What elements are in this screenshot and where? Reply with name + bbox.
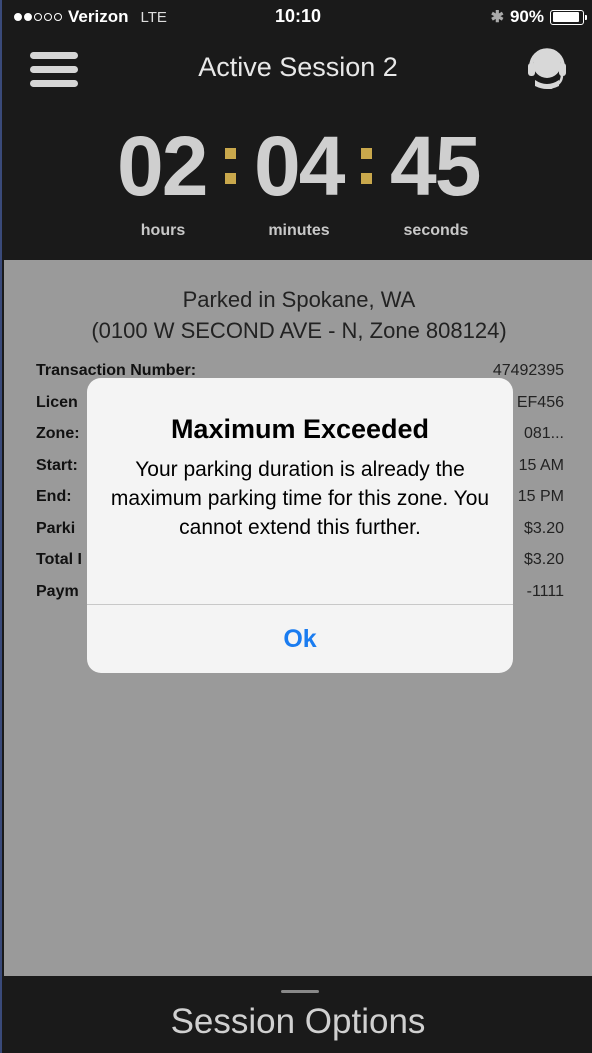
detail-value: $3.20 xyxy=(523,519,564,537)
detail-value: 15 AM xyxy=(518,456,564,474)
app-screen: Verizon LTE 10:10 ✱ 90% Active Session 2 xyxy=(0,0,592,1053)
location-city: Parked in Spokane, WA xyxy=(182,287,416,312)
timer-colon xyxy=(361,148,373,198)
timer-minutes-label: minutes xyxy=(268,222,330,239)
detail-label: End: xyxy=(36,488,72,505)
detail-label: Start: xyxy=(36,456,78,474)
parking-location: Parked in Spokane, WA (0100 W SECOND AVE… xyxy=(4,284,592,346)
timer-seconds-label: seconds xyxy=(403,222,469,239)
location-address: (0100 W SECOND AVE - N, Zone 808124) xyxy=(91,318,507,343)
session-options-label: Session Options xyxy=(170,1002,426,1041)
session-header: Active Session 2 02 04 45 hours minutes … xyxy=(2,36,592,260)
detail-value: 15 PM xyxy=(517,488,564,505)
detail-label: Paym xyxy=(36,582,79,600)
session-timer: 02 04 45 hours minutes seconds xyxy=(2,118,592,239)
alert-dialog: Maximum Exceeded Your parking duration i… xyxy=(87,378,513,673)
status-bar: Verizon LTE 10:10 ✱ 90% xyxy=(2,0,592,36)
timer-minutes: 04 xyxy=(254,119,345,213)
detail-label: Total I xyxy=(36,551,82,568)
detail-value: 47492395 xyxy=(492,362,564,379)
timer-hours-label: hours xyxy=(140,222,186,239)
detail-label: Licen xyxy=(36,393,78,411)
detail-label: Zone: xyxy=(36,425,80,442)
detail-label: Parki xyxy=(36,519,76,537)
bluetooth-icon: ✱ xyxy=(490,9,504,26)
alert-title: Maximum Exceeded xyxy=(170,414,430,444)
timer-hours: 02 xyxy=(117,119,208,213)
battery-icon xyxy=(550,9,587,25)
status-right: ✱ 90% xyxy=(490,7,587,27)
detail-value: $3.20 xyxy=(523,551,564,568)
session-options-bar[interactable]: Session Options xyxy=(2,976,592,1053)
detail-value: -1111 xyxy=(526,582,564,600)
detail-value: 081... xyxy=(523,425,564,442)
drag-handle[interactable] xyxy=(281,990,319,993)
timer-colon xyxy=(225,148,237,198)
timer-seconds: 45 xyxy=(390,119,481,213)
detail-value: EF456 xyxy=(516,393,564,411)
battery-percent: 90% xyxy=(509,7,544,26)
page-title: Active Session 2 xyxy=(198,52,398,82)
headset-icon[interactable] xyxy=(526,44,568,92)
ok-button[interactable]: Ok xyxy=(87,605,513,673)
alert-message: Your parking duration is already the max… xyxy=(110,458,490,539)
